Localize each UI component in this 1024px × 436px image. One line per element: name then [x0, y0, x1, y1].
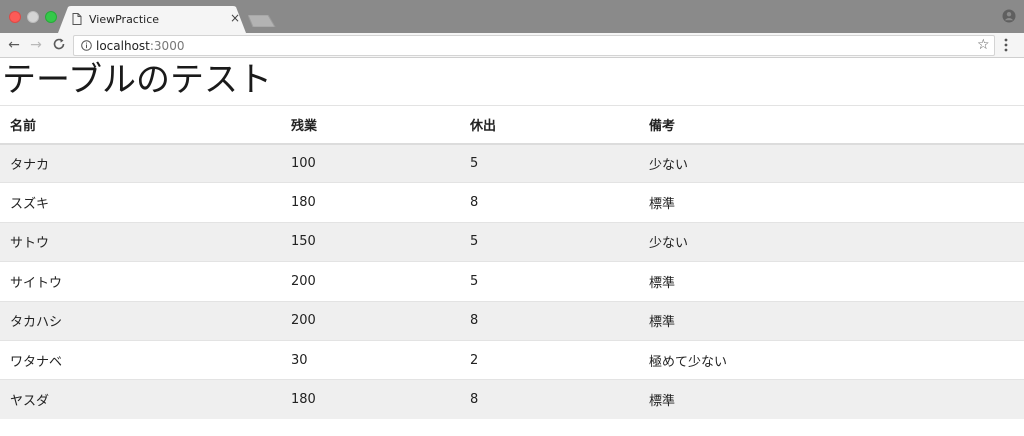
cell-overtime: 180 — [281, 182, 460, 223]
table-row: タカハシ 200 8 標準 — [0, 300, 1024, 341]
column-header-remarks: 備考 — [639, 105, 1024, 145]
cell-overtime: 100 — [281, 142, 460, 183]
table-row: ワタナベ 30 2 極めて少ない — [0, 339, 1024, 380]
cell-name: サトウ — [0, 221, 281, 262]
cell-name: スズキ — [0, 182, 281, 223]
cell-overtime: 150 — [281, 221, 460, 262]
table-row: タナカ 100 5 少ない — [0, 142, 1024, 183]
cell-holiday-work: 8 — [460, 300, 639, 341]
cell-remarks: 標準 — [639, 379, 1024, 420]
url-host: localhost — [96, 39, 150, 53]
browser-toolbar: ← → localhost:3000 ☆ — [0, 33, 1024, 58]
cell-remarks: 標準 — [639, 182, 1024, 223]
table-row: スズキ 180 8 標準 — [0, 182, 1024, 223]
profile-icon[interactable] — [1002, 9, 1016, 23]
reload-icon-graphic — [53, 38, 65, 50]
column-header-holiday-work: 休出 — [460, 105, 639, 145]
cell-holiday-work: 8 — [460, 182, 639, 223]
cell-overtime: 30 — [281, 339, 460, 380]
table-header-row: 名前 残業 休出 備考 — [0, 105, 1024, 145]
cell-remarks: 少ない — [639, 221, 1024, 262]
cell-overtime: 200 — [281, 300, 460, 341]
forward-arrow-icon[interactable]: → — [28, 37, 44, 53]
document-icon — [72, 13, 82, 25]
info-icon[interactable] — [81, 40, 92, 51]
cell-holiday-work: 5 — [460, 261, 639, 302]
table-body: タナカ 100 5 少ない スズキ 180 8 標準 サトウ 150 5 少ない… — [0, 142, 1024, 420]
page-title: テーブルのテスト — [2, 60, 272, 100]
new-tab-button[interactable] — [248, 15, 276, 27]
table-header: 名前 残業 休出 備考 — [0, 105, 1024, 145]
reload-icon[interactable] — [51, 37, 67, 53]
star-icon[interactable]: ☆ — [977, 37, 990, 53]
cell-overtime: 200 — [281, 261, 460, 302]
url-port: :3000 — [149, 39, 185, 53]
cell-holiday-work: 5 — [460, 142, 639, 183]
data-table: 名前 残業 休出 備考 タナカ 100 5 少ない スズキ 180 8 標準 サ… — [0, 105, 1024, 420]
cell-holiday-work: 5 — [460, 221, 639, 262]
column-header-name: 名前 — [0, 105, 281, 145]
cell-overtime: 180 — [281, 379, 460, 420]
url-text[interactable]: localhost:3000 — [96, 39, 184, 53]
cell-name: ヤスダ — [0, 379, 281, 420]
cell-holiday-work: 2 — [460, 339, 639, 380]
cell-holiday-work: 8 — [460, 379, 639, 420]
cell-name: ワタナベ — [0, 339, 281, 380]
kebab-menu-icon[interactable] — [1003, 37, 1009, 53]
address-bar[interactable]: localhost:3000 ☆ — [73, 35, 995, 56]
browser-tab-strip: ViewPractice × — [0, 0, 1024, 33]
cell-name: タナカ — [0, 142, 281, 183]
browser-tab-active[interactable]: ViewPractice × — [58, 6, 246, 33]
table-row: サイトウ 200 5 標準 — [0, 261, 1024, 302]
tab-title: ViewPractice — [89, 13, 160, 26]
table-row: サトウ 150 5 少ない — [0, 221, 1024, 262]
cell-remarks: 極めて少ない — [639, 339, 1024, 380]
cell-remarks: 標準 — [639, 300, 1024, 341]
cell-name: サイトウ — [0, 261, 281, 302]
window-maximize-button[interactable] — [45, 11, 57, 23]
table-row: ヤスダ 180 8 標準 — [0, 379, 1024, 420]
window-close-button[interactable] — [9, 11, 21, 23]
cell-name: タカハシ — [0, 300, 281, 341]
window-minimize-button[interactable] — [27, 11, 39, 23]
page-content: テーブルのテスト 名前 残業 休出 備考 タナカ 100 5 少ない スズキ 1… — [0, 59, 1024, 436]
cell-remarks: 少ない — [639, 142, 1024, 183]
cell-remarks: 標準 — [639, 261, 1024, 302]
column-header-overtime: 残業 — [281, 105, 460, 145]
back-arrow-icon[interactable]: ← — [6, 37, 22, 53]
tab-close-icon[interactable]: × — [229, 11, 241, 25]
